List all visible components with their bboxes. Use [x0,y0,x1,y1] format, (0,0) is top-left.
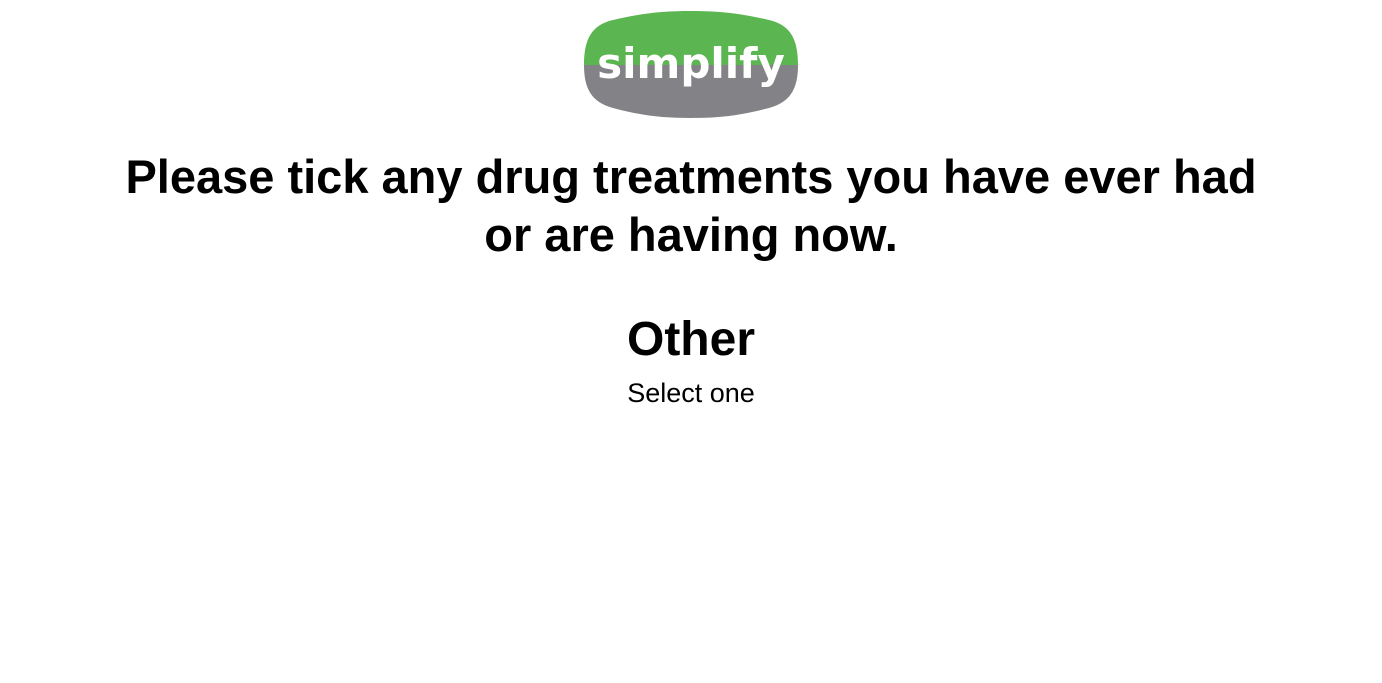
section-title: Other [626,313,755,366]
question-heading: Please tick any drug treatments you have… [0,148,1382,264]
survey-page: simplify Please tick any drug treatments… [0,0,1382,683]
simplify-logo: simplify [583,10,799,119]
question-line-2: or are having now. [484,208,898,261]
section-hint: Select one [627,378,755,408]
question-line-1: Please tick any drug treatments you have… [125,150,1257,203]
logo-wordmark: simplify [597,39,785,88]
logo-badge-icon: simplify [584,11,798,118]
